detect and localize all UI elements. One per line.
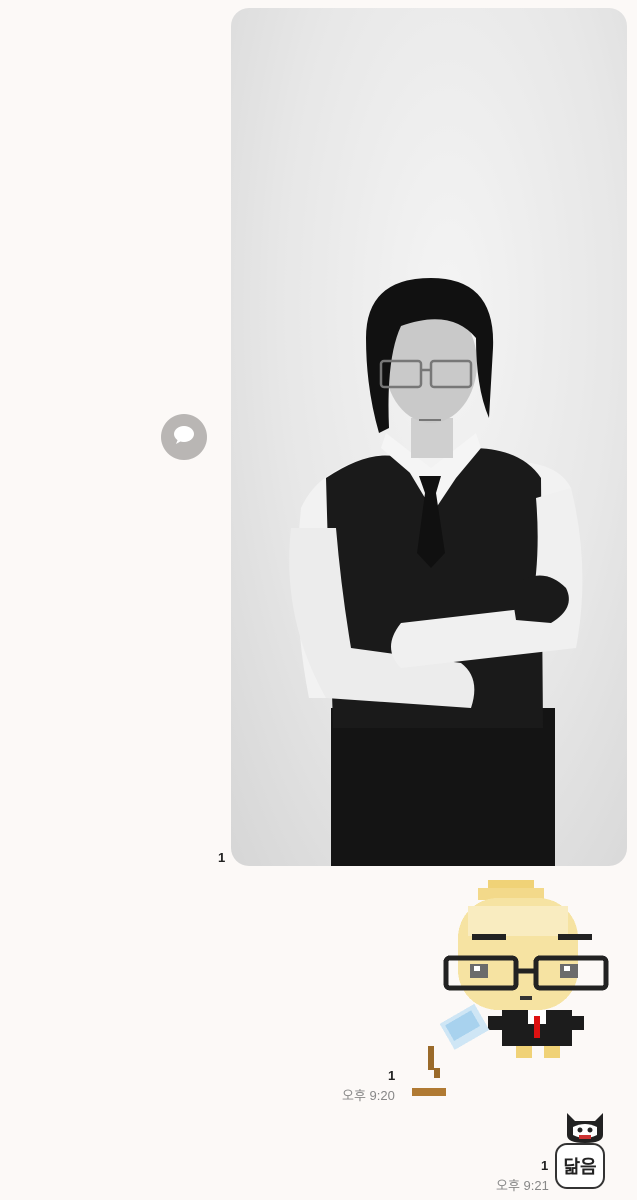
pixel-dumpling-icon	[412, 880, 609, 1096]
unread-count: 1	[218, 850, 226, 865]
photo-message[interactable]	[231, 8, 627, 866]
sticker-text: 닮음	[563, 1157, 597, 1178]
speech-bubble-icon	[173, 425, 195, 450]
message-time: 오후 9:20	[342, 1088, 395, 1103]
dumpling-sticker[interactable]	[408, 876, 628, 1106]
cat-icon	[567, 1113, 603, 1143]
sticker-text-bubble: 닮음	[555, 1143, 605, 1189]
portrait-photo	[289, 278, 583, 866]
unread-count: 1	[388, 1068, 396, 1083]
share-button[interactable]	[161, 414, 207, 460]
message-time: 오후 9:21	[496, 1178, 549, 1193]
unread-count: 1	[541, 1158, 549, 1173]
